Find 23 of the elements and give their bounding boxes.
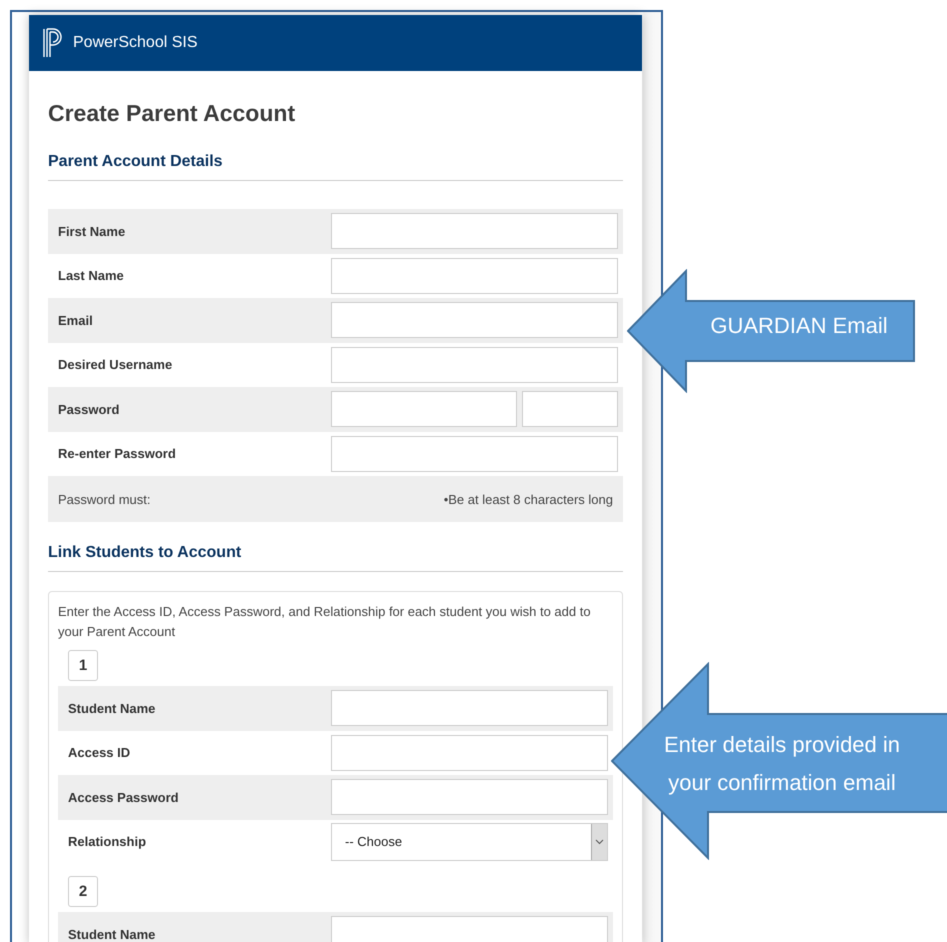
- field-label: Student Name: [67, 700, 156, 716]
- instructions-text: Enter the Access ID, Access Password, and Relationship for each student you wish to add to your Parent Account: [58, 603, 592, 641]
- password-rule: •Be at least 8 characters long: [444, 492, 613, 506]
- field-label: Re-enter Password: [57, 446, 177, 462]
- field-label: Access ID: [67, 745, 132, 760]
- field-label: Access Password: [67, 790, 180, 805]
- page-title: Create Parent Account: [48, 99, 296, 127]
- field-label: Student Name: [67, 926, 156, 942]
- callout-text: GUARDIAN Email: [709, 313, 889, 339]
- password-rule-label: Password must:: [58, 492, 150, 506]
- student-number: 2: [68, 876, 98, 907]
- field-label: First Name: [57, 224, 126, 239]
- section-heading: Parent Account Details: [48, 152, 224, 172]
- field-label: Last Name: [57, 268, 125, 284]
- field-label: Email: [57, 312, 94, 328]
- field-label: Password: [57, 402, 120, 417]
- student-number: 1: [68, 650, 98, 681]
- field-label: Relationship: [67, 834, 148, 850]
- field-label: Desired Username: [57, 357, 174, 372]
- relationship-dropdown[interactable]: -- Choose: [331, 822, 608, 861]
- section-heading: Link Students to Account: [48, 543, 242, 563]
- app-name: PowerSchool SIS: [73, 34, 198, 52]
- callout-text: Enter details provided in your confirmation email: [662, 731, 902, 797]
